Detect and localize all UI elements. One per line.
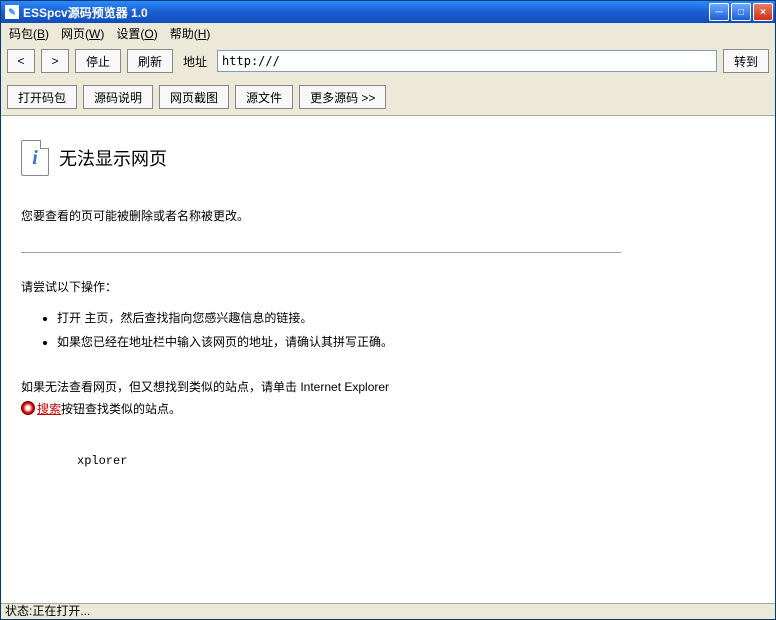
stop-button[interactable]: 停止 [75,49,121,73]
close-button[interactable]: × [753,3,773,21]
error-try-header: 请尝试以下操作： [21,277,755,299]
menu-settings[interactable]: 设置(O) [112,23,161,44]
menubar: 码包(B) 网页(W) 设置(O) 帮助(H) [1,23,775,43]
maximize-button[interactable]: □ [731,3,751,21]
error-line1: 您要查看的页可能被删除或者名称被更改。 [21,206,755,228]
divider [21,252,621,253]
address-label: 地址 [183,53,207,70]
error-suggestions: 打开 主页，然后查找指向您感兴趣信息的链接。 如果您已经在地址栏中输入该网页的地… [21,308,755,353]
menu-help[interactable]: 帮助(H) [166,23,215,44]
forward-button[interactable]: > [41,49,69,73]
screenshot-button[interactable]: 网页截图 [159,85,229,109]
window-controls: ─ □ × [709,3,773,21]
content-area: i 无法显示网页 您要查看的页可能被删除或者名称被更改。 请尝试以下操作： 打开… [1,115,775,603]
error-search-para: 如果无法查看网页，但又想找到类似的站点，请单击 Internet Explore… [21,377,755,420]
more-src-button[interactable]: 更多源码 >> [299,85,386,109]
list-item: 如果您已经在地址栏中输入该网页的地址，请确认其拼写正确。 [57,332,755,354]
src-desc-button[interactable]: 源码说明 [83,85,153,109]
nav-toolbar: < > 停止 刷新 地址 转到 [1,43,775,79]
back-button[interactable]: < [7,49,35,73]
error-title: 无法显示网页 [59,145,167,171]
titlebar: ✎ ESSpcv源码预览器 1.0 ─ □ × [1,1,775,23]
open-pkg-button[interactable]: 打开码包 [7,85,77,109]
action-toolbar: 打开码包 源码说明 网页截图 源文件 更多源码 >> [1,79,775,115]
status-text: 状态:正在打开... [5,603,90,619]
error-search-suffix: 按钮查找类似的站点。 [61,402,181,416]
address-input[interactable] [217,50,717,72]
info-icon: i [21,140,49,176]
search-icon [21,401,35,415]
menu-codepack[interactable]: 码包(B) [5,23,53,44]
error-header: i 无法显示网页 [21,140,755,176]
refresh-button[interactable]: 刷新 [127,49,173,73]
menu-webpage[interactable]: 网页(W) [57,23,108,44]
statusbar: 状态:正在打开... [1,603,775,619]
search-link[interactable]: 搜索 [37,402,61,416]
src-file-button[interactable]: 源文件 [235,85,293,109]
list-item: 打开 主页，然后查找指向您感兴趣信息的链接。 [57,308,755,330]
go-button[interactable]: 转到 [723,49,769,73]
text-fragment: xplorer [21,451,755,473]
window-title: ESSpcv源码预览器 1.0 [23,4,709,21]
app-window: ✎ ESSpcv源码预览器 1.0 ─ □ × 码包(B) 网页(W) 设置(O… [0,0,776,620]
app-icon: ✎ [5,5,19,19]
error-body: 您要查看的页可能被删除或者名称被更改。 请尝试以下操作： 打开 主页，然后查找指… [21,206,755,472]
minimize-button[interactable]: ─ [709,3,729,21]
